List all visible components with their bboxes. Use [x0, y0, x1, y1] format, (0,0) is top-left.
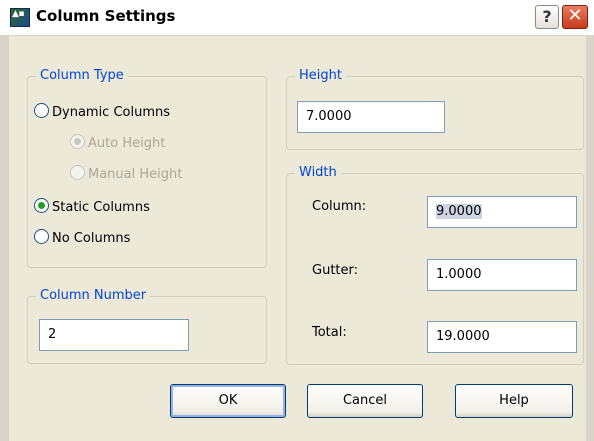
radio-auto-height[interactable]: Auto Height [70, 134, 165, 154]
radio-manual-height-label: Manual Height [88, 167, 183, 182]
column-width-input[interactable]: 9.0000 [427, 196, 577, 228]
height-group: Height 7.0000 [286, 67, 584, 150]
total-input[interactable]: 19.0000 [427, 321, 577, 353]
column-number-value: 2 [48, 327, 57, 342]
column-width-label: Column: [312, 199, 367, 214]
gutter-input[interactable]: 1.0000 [427, 259, 577, 291]
radio-no-columns-circle[interactable] [34, 229, 49, 244]
width-legend: Width [295, 164, 341, 182]
column-number-legend: Column Number [36, 287, 151, 305]
column-number-input[interactable]: 2 [39, 319, 189, 351]
radio-manual-height[interactable]: Manual Height [70, 165, 182, 185]
height-legend: Height [295, 67, 346, 85]
radio-dynamic-columns-circle[interactable] [34, 103, 49, 118]
total-value: 19.0000 [436, 329, 490, 344]
radio-auto-height-label: Auto Height [88, 136, 166, 151]
column-type-legend: Column Type [36, 67, 128, 85]
app-icon: ▲▪ [10, 8, 30, 27]
radio-static-columns-circle[interactable] [34, 198, 49, 213]
radio-dynamic-columns-label: Dynamic Columns [52, 105, 171, 120]
height-input[interactable]: 7.0000 [297, 101, 445, 133]
title-bar[interactable]: ▲▪ Column Settings ? ✕ [0, 0, 594, 36]
height-value: 7.0000 [306, 109, 352, 124]
ok-button[interactable]: OK [170, 384, 286, 418]
radio-static-columns[interactable]: Static Columns [34, 198, 150, 218]
help-button[interactable]: Help [455, 384, 573, 418]
radio-auto-height-circle[interactable] [70, 134, 85, 149]
width-group: Width Column: 9.0000 Gutter: 1.0000 Tota… [286, 164, 584, 365]
column-number-group: Column Number 2 [27, 287, 267, 364]
radio-dynamic-columns[interactable]: Dynamic Columns [34, 103, 170, 123]
dialog-body: Column Type Dynamic Columns Auto Height … [0, 36, 594, 441]
gutter-value: 1.0000 [436, 267, 482, 282]
radio-no-columns[interactable]: No Columns [34, 229, 130, 249]
radio-static-columns-label: Static Columns [52, 200, 150, 215]
gutter-label: Gutter: [312, 263, 359, 278]
close-button[interactable]: ✕ [562, 5, 588, 29]
window-title: Column Settings [36, 7, 176, 25]
title-help-button[interactable]: ? [535, 5, 559, 29]
total-label: Total: [312, 325, 347, 340]
column-width-value: 9.0000 [436, 204, 482, 219]
radio-no-columns-label: No Columns [52, 231, 131, 246]
column-type-group: Column Type Dynamic Columns Auto Height … [27, 67, 267, 268]
cancel-button[interactable]: Cancel [307, 384, 423, 418]
radio-manual-height-circle[interactable] [70, 165, 85, 180]
